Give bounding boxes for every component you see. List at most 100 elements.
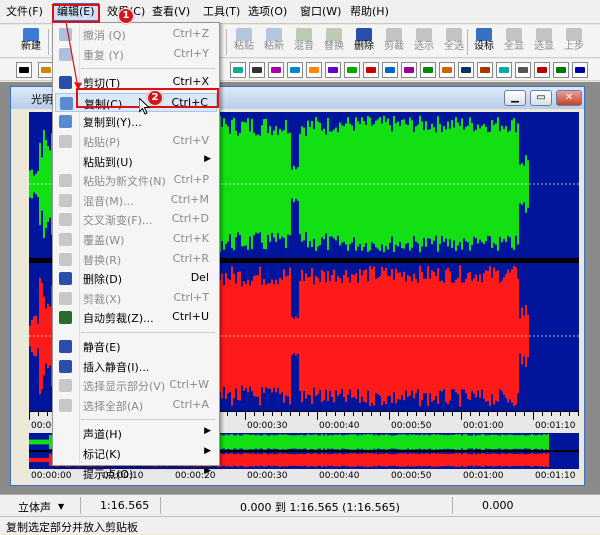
menu-item-6[interactable]: 粘贴(P) Ctrl+V bbox=[55, 132, 217, 151]
effects-tool-17[interactable] bbox=[515, 62, 531, 78]
menu-item-15[interactable]: 自动剪裁(Z)... Ctrl+U bbox=[55, 308, 217, 327]
toolbar-button-12[interactable]: 上步 bbox=[560, 27, 588, 56]
effects-tool-18[interactable] bbox=[534, 62, 550, 78]
toolbar-label-11: 选显 bbox=[534, 41, 554, 52]
toolbar-button-11[interactable]: 选显 bbox=[530, 27, 558, 56]
menu-options[interactable]: 选项(O) bbox=[245, 4, 290, 20]
effects-tool-4[interactable] bbox=[268, 62, 284, 78]
total-length: 1:16.565 bbox=[100, 499, 150, 512]
overview-sample-green bbox=[517, 435, 519, 449]
menu-item-10[interactable]: 交叉渐变(F)... Ctrl+D bbox=[55, 210, 217, 229]
overview-sample-green bbox=[405, 434, 407, 450]
toolbar-button-6[interactable]: 剪裁 bbox=[380, 27, 408, 56]
overview-sample-red bbox=[285, 453, 287, 467]
effects-tool-13[interactable] bbox=[439, 62, 455, 78]
menu-help[interactable]: 帮助(H) bbox=[347, 4, 392, 20]
effects-tool-3[interactable] bbox=[249, 62, 265, 78]
overview-sample-green bbox=[483, 434, 485, 450]
toolbar-label-7: 选示 bbox=[414, 41, 434, 52]
menu-view[interactable]: 查看(V) bbox=[149, 4, 193, 20]
menu-item-14[interactable]: 剪裁(X) Ctrl+T bbox=[55, 289, 217, 308]
toolbar-button-2[interactable]: 粘新 bbox=[260, 27, 288, 56]
overview-sample-red bbox=[445, 453, 447, 467]
toolbar-button-1[interactable]: 粘贴 bbox=[230, 27, 258, 56]
overview-sample-green bbox=[401, 434, 403, 450]
overview-sample-green bbox=[485, 435, 487, 449]
menu-item-20[interactable]: 选择全部(A) Ctrl+A bbox=[55, 396, 217, 415]
toolbar-button-9[interactable]: 设标 bbox=[470, 27, 498, 56]
effects-tool-15[interactable] bbox=[477, 62, 493, 78]
menu-item-7[interactable]: 粘贴到(U) ▶ bbox=[55, 152, 217, 171]
toolbar-label-8: 全选 bbox=[444, 41, 464, 52]
menu-item-22[interactable]: 声道(H) ▶ bbox=[55, 424, 217, 443]
tick bbox=[578, 412, 579, 416]
channel-mode[interactable]: 立体声 bbox=[18, 499, 51, 515]
overview-sample-green bbox=[421, 434, 423, 450]
toolbar-button-7[interactable]: 选示 bbox=[410, 27, 438, 56]
effects-tool-0[interactable] bbox=[16, 62, 32, 78]
overview-sample-red bbox=[225, 453, 227, 467]
menu-item-label: 选择显示部分(V) bbox=[83, 380, 166, 394]
effects-tool-2[interactable] bbox=[230, 62, 246, 78]
effects-tool-8[interactable] bbox=[344, 62, 360, 78]
menu-item-12[interactable]: 替换(R) Ctrl+R bbox=[55, 250, 217, 269]
effects-tool-10[interactable] bbox=[382, 62, 398, 78]
effects-tool-14[interactable] bbox=[458, 62, 474, 78]
overview-sample-red bbox=[321, 453, 323, 467]
overview-sample-red bbox=[417, 453, 419, 467]
menu-tools[interactable]: 工具(T) bbox=[200, 4, 243, 20]
toolbar-button-10[interactable]: 全显 bbox=[500, 27, 528, 56]
maximize-button[interactable]: ▭ bbox=[530, 90, 552, 106]
overview-sample-green bbox=[325, 434, 327, 450]
menu-item-11[interactable]: 覆盖(W) Ctrl+K bbox=[55, 230, 217, 249]
overview-sample-green bbox=[383, 435, 385, 449]
overview-sample-red bbox=[243, 453, 245, 467]
menu-item-0[interactable]: 撤消 (Q) Ctrl+Z bbox=[55, 25, 217, 44]
menu-item-18[interactable]: 插入静音(I)... bbox=[55, 357, 217, 376]
menu-window[interactable]: 窗口(W) bbox=[297, 4, 344, 20]
menu-item-8[interactable]: 粘贴为新文件(N) Ctrl+P bbox=[55, 171, 217, 190]
menu-item-label: 标记(K) bbox=[83, 448, 121, 461]
overview-sample-green bbox=[353, 434, 355, 450]
overview-sample-red bbox=[239, 454, 241, 466]
effects-tool-7[interactable] bbox=[325, 62, 341, 78]
toolbar-button-8[interactable]: 全选 bbox=[440, 27, 468, 56]
overview-sample-green bbox=[473, 434, 475, 450]
overview-sample-red bbox=[497, 454, 499, 466]
effects-tool-20[interactable] bbox=[572, 62, 588, 78]
menu-item-19[interactable]: 选择显示部分(V) Ctrl+W bbox=[55, 376, 217, 395]
toolbar-button-4[interactable]: 替换 bbox=[320, 27, 348, 56]
menu-item-5[interactable]: 复制到(Y)... bbox=[55, 112, 217, 131]
effects-tool-6[interactable] bbox=[306, 62, 322, 78]
menu-item-1[interactable]: 重复 (Y) Ctrl+Y bbox=[55, 45, 217, 64]
menu-file[interactable]: 文件(F) bbox=[3, 4, 46, 20]
effects-tool-16[interactable] bbox=[496, 62, 512, 78]
menu-item-17[interactable]: 静音(E) bbox=[55, 337, 217, 356]
toolbar-button-3[interactable]: 混音 bbox=[290, 27, 318, 56]
effects-tool-12[interactable] bbox=[420, 62, 436, 78]
toolbar-button-0[interactable]: 新建 bbox=[17, 27, 45, 56]
effects-tool-5[interactable] bbox=[287, 62, 303, 78]
overview-sample-green bbox=[417, 434, 419, 450]
effects-tool-9[interactable] bbox=[363, 62, 379, 78]
tick bbox=[434, 412, 435, 416]
menu-item-23[interactable]: 标记(K) ▶ bbox=[55, 444, 217, 463]
overview-sample-green bbox=[329, 434, 331, 450]
close-button[interactable]: ✕ bbox=[556, 90, 582, 106]
effects-tool-11[interactable] bbox=[401, 62, 417, 78]
toolbar-button-5[interactable]: 删除 bbox=[350, 27, 378, 56]
effects-tool-icon-20 bbox=[575, 67, 585, 73]
menu-item-13[interactable]: 删除(D) Del bbox=[55, 269, 217, 288]
overview-sample-green bbox=[359, 434, 361, 450]
overview-sample-green bbox=[257, 434, 259, 450]
overview-sample-green bbox=[453, 434, 455, 450]
effects-tool-19[interactable] bbox=[553, 62, 569, 78]
minimize-button[interactable]: ▁ bbox=[504, 90, 526, 106]
overview-sample-green bbox=[275, 435, 277, 449]
menu-item-9[interactable]: 混音(M)... Ctrl+M bbox=[55, 191, 217, 210]
overview-sample-green bbox=[477, 434, 479, 450]
overview-sample-green bbox=[445, 434, 447, 450]
overview-sample-green bbox=[459, 434, 461, 450]
menu-item-24[interactable]: 提示点(O) ▶ bbox=[55, 464, 217, 483]
chevron-down-icon[interactable]: ▼ bbox=[58, 502, 64, 511]
